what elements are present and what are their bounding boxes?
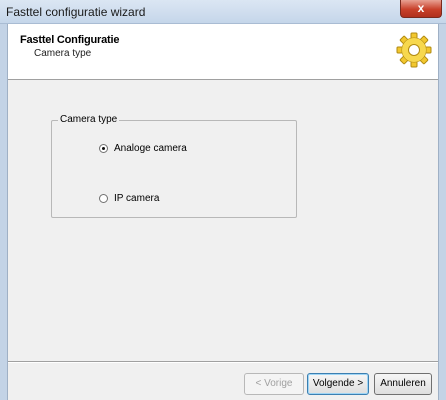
wizard-window: Fasttel configuratie wizard x Fasttel Co…	[0, 0, 446, 400]
gear-icon	[396, 32, 432, 68]
group-legend: Camera type	[58, 114, 120, 125]
radio-label-analoge: Analoge camera	[114, 143, 187, 154]
radio-button-analoge[interactable]	[99, 144, 108, 153]
close-button[interactable]: x	[400, 0, 442, 18]
header-title: Fasttel Configuratie	[20, 34, 120, 46]
radio-button-ip[interactable]	[99, 194, 108, 203]
next-button[interactable]: Volgende >	[307, 373, 369, 395]
radio-ip-camera[interactable]: IP camera	[99, 193, 159, 204]
window-title: Fasttel configuratie wizard	[6, 5, 146, 19]
button-separator	[8, 361, 438, 363]
dialog-body: Fasttel Configuratie Camera type Camera …	[7, 24, 439, 400]
wizard-header: Fasttel Configuratie Camera type	[8, 24, 438, 80]
header-subtitle: Camera type	[34, 48, 92, 59]
radio-analoge-camera[interactable]: Analoge camera	[99, 143, 187, 154]
camera-type-group: Camera type Analoge camera IP camera	[51, 114, 297, 218]
close-icon: x	[417, 1, 425, 15]
radio-label-ip: IP camera	[114, 193, 160, 204]
cancel-button[interactable]: Annuleren	[374, 373, 432, 395]
back-button[interactable]: < Vorige	[244, 373, 304, 395]
title-bar[interactable]: Fasttel configuratie wizard x	[0, 0, 446, 24]
